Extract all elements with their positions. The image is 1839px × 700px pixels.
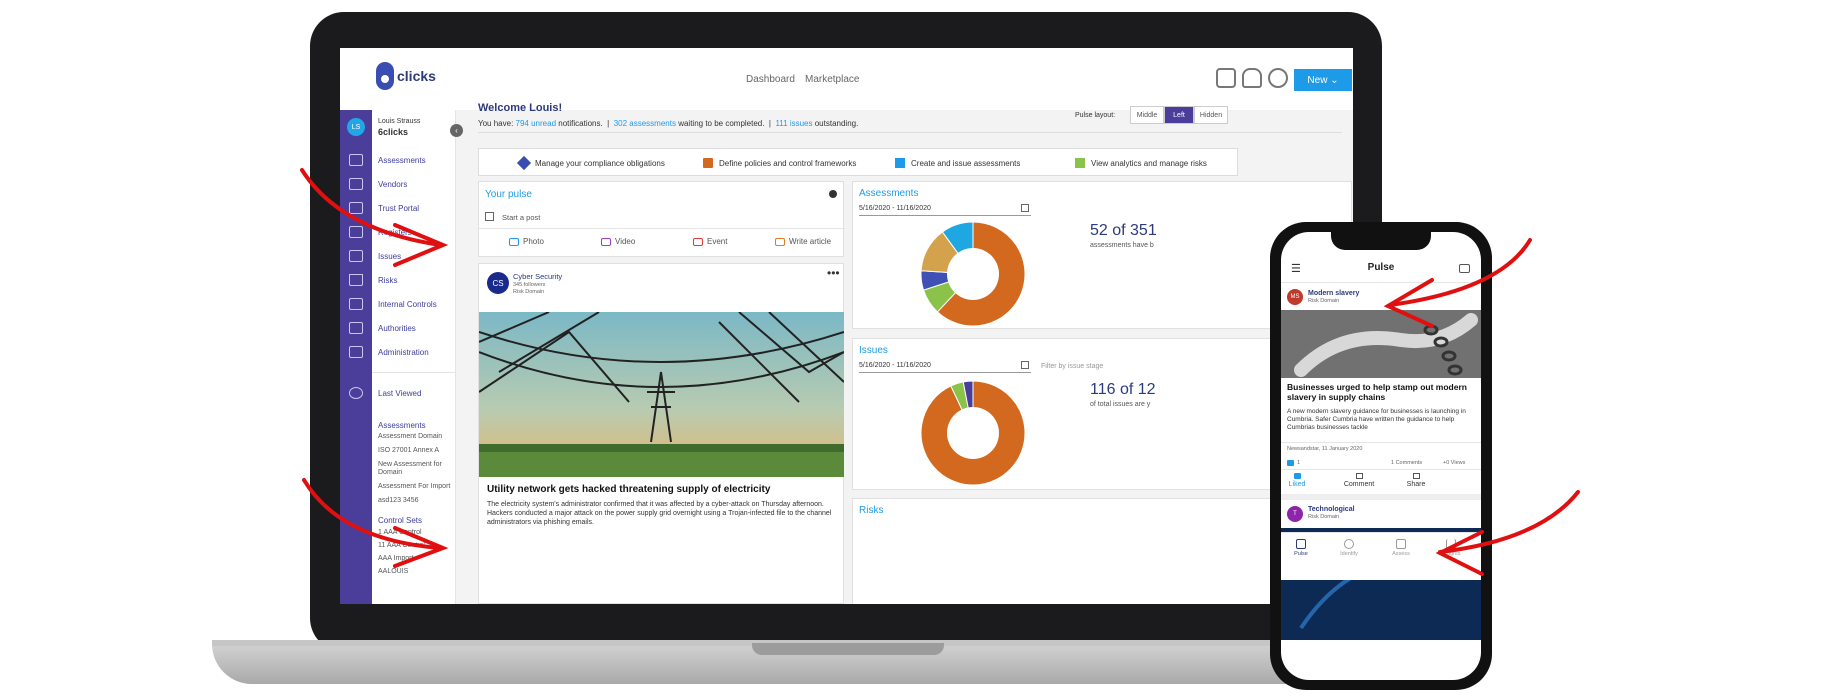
arrow-to-phone-post xyxy=(1388,238,1532,307)
annotation-arrows xyxy=(300,168,1580,576)
